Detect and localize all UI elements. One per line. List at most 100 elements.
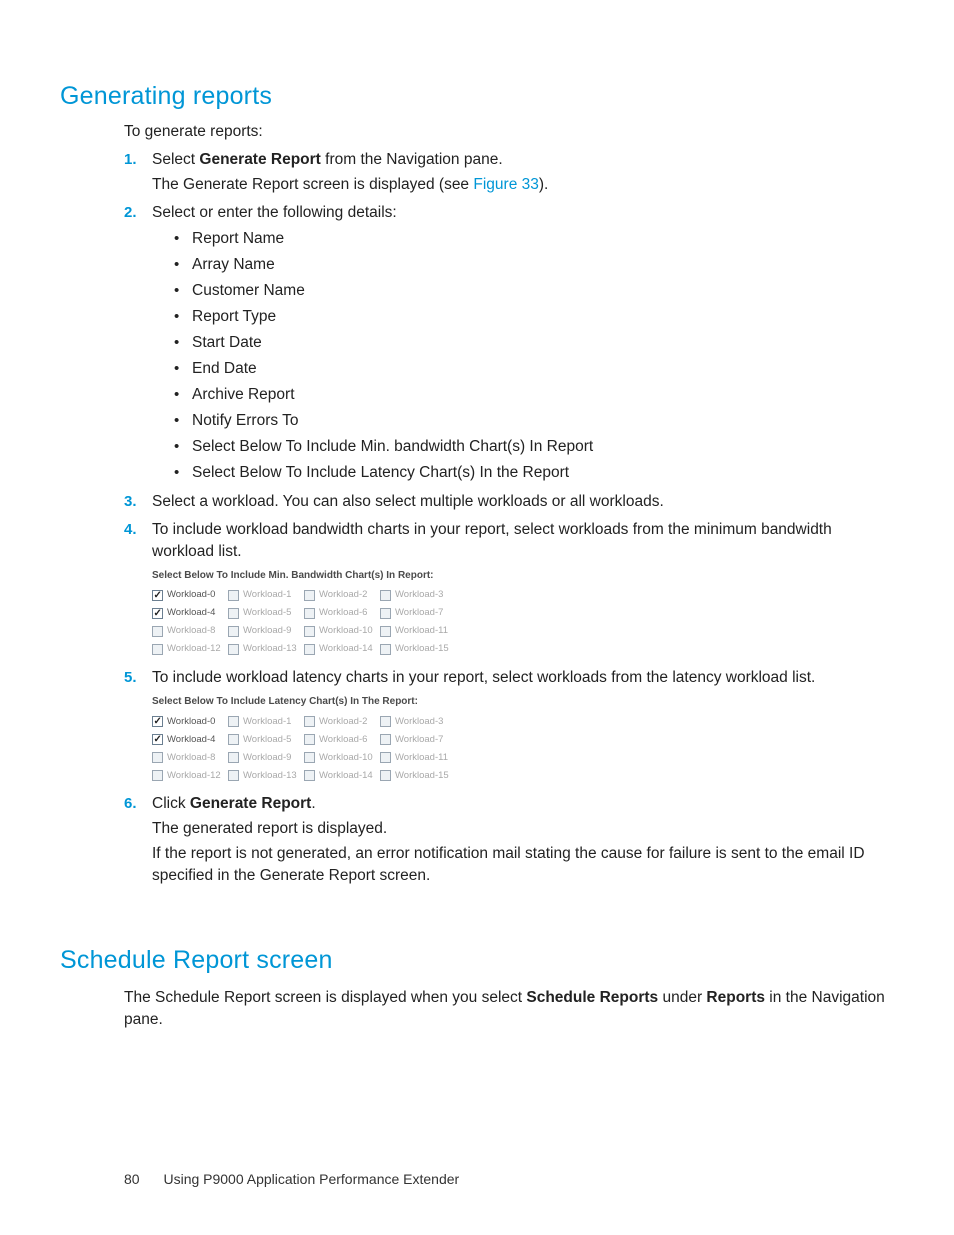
step-line: To include workload latency charts in yo… (152, 667, 894, 689)
step-body: Select or enter the following details:Re… (152, 202, 894, 488)
bullet-item: End Date (174, 358, 894, 380)
workload-label: Workload-7 (395, 606, 443, 619)
workload-option[interactable]: Workload-10 (304, 622, 380, 640)
workload-option[interactable]: Workload-1 (228, 586, 304, 604)
workload-option[interactable]: Workload-3 (380, 586, 456, 604)
figure-link[interactable]: Figure 33 (473, 176, 538, 193)
checkbox-icon[interactable] (304, 770, 315, 781)
workload-option[interactable]: Workload-10 (304, 748, 380, 766)
workload-option[interactable]: Workload-7 (380, 604, 456, 622)
workload-option[interactable]: Workload-12 (152, 640, 228, 658)
checkbox-icon[interactable] (152, 590, 163, 601)
workload-option[interactable]: Workload-0 (152, 586, 228, 604)
workload-label: Workload-7 (395, 733, 443, 746)
text: If the report is not generated, an error… (152, 845, 865, 884)
checkbox-icon[interactable] (228, 626, 239, 637)
workload-option[interactable]: Workload-15 (380, 766, 456, 784)
checkbox-icon[interactable] (304, 608, 315, 619)
step-number: 3. (124, 491, 152, 512)
workload-option[interactable]: Workload-6 (304, 604, 380, 622)
checkbox-icon[interactable] (304, 752, 315, 763)
step-item: 6.Click Generate Report.The generated re… (124, 793, 894, 890)
bullet-list: Report NameArray NameCustomer NameReport… (152, 228, 894, 484)
workload-option[interactable]: Workload-3 (380, 712, 456, 730)
workload-option[interactable]: Workload-7 (380, 730, 456, 748)
workload-panel-title: Select Below To Include Min. Bandwidth C… (152, 569, 894, 583)
workload-option[interactable]: Workload-5 (228, 730, 304, 748)
checkbox-icon[interactable] (304, 716, 315, 727)
workload-label: Workload-12 (167, 769, 221, 782)
workload-option[interactable]: Workload-2 (304, 586, 380, 604)
checkbox-icon[interactable] (380, 734, 391, 745)
checkbox-icon[interactable] (152, 608, 163, 619)
workload-option[interactable]: Workload-5 (228, 604, 304, 622)
checkbox-icon[interactable] (228, 770, 239, 781)
checkbox-icon[interactable] (152, 770, 163, 781)
step-body: To include workload bandwidth charts in … (152, 519, 894, 664)
bullet-item: Report Name (174, 228, 894, 250)
workload-option[interactable]: Workload-9 (228, 622, 304, 640)
checkbox-icon[interactable] (304, 626, 315, 637)
workload-option[interactable]: Workload-13 (228, 766, 304, 784)
workload-option[interactable]: Workload-4 (152, 604, 228, 622)
bullet-item: Archive Report (174, 384, 894, 406)
bullet-item: Select Below To Include Min. bandwidth C… (174, 436, 894, 458)
workload-option[interactable]: Workload-14 (304, 766, 380, 784)
workload-option[interactable]: Workload-6 (304, 730, 380, 748)
workload-option[interactable]: Workload-2 (304, 712, 380, 730)
workload-option[interactable]: Workload-0 (152, 712, 228, 730)
workload-option[interactable]: Workload-12 (152, 766, 228, 784)
checkbox-icon[interactable] (228, 644, 239, 655)
checkbox-icon[interactable] (380, 608, 391, 619)
workload-option[interactable]: Workload-15 (380, 640, 456, 658)
checkbox-icon[interactable] (304, 644, 315, 655)
workload-label: Workload-11 (395, 624, 448, 637)
workload-option[interactable]: Workload-14 (304, 640, 380, 658)
checkbox-icon[interactable] (380, 752, 391, 763)
checkbox-icon[interactable] (380, 590, 391, 601)
checkbox-icon[interactable] (228, 716, 239, 727)
workload-label: Workload-10 (319, 624, 373, 637)
checkbox-icon[interactable] (304, 590, 315, 601)
bold-text: Generate Report (190, 795, 311, 812)
workload-option[interactable]: Workload-9 (228, 748, 304, 766)
heading-generating-reports: Generating reports (60, 82, 894, 111)
checkbox-icon[interactable] (380, 770, 391, 781)
checkbox-icon[interactable] (152, 752, 163, 763)
checkbox-icon[interactable] (228, 734, 239, 745)
step-body: Select Generate Report from the Navigati… (152, 149, 894, 199)
text: Click (152, 795, 190, 812)
checkbox-icon[interactable] (304, 734, 315, 745)
checkbox-icon[interactable] (228, 590, 239, 601)
step-line: The Generate Report screen is displayed … (152, 174, 894, 196)
workload-option[interactable]: Workload-8 (152, 748, 228, 766)
workload-row: Workload-8Workload-9 Workload-10 Workload-… (152, 622, 894, 640)
workload-option[interactable]: Workload-1 (228, 712, 304, 730)
text: . (311, 795, 315, 812)
workload-label: Workload-3 (395, 715, 443, 728)
workload-label: Workload-14 (319, 769, 373, 782)
step-number: 4. (124, 519, 152, 540)
workload-panel-bw: Select Below To Include Min. Bandwidth C… (152, 569, 894, 658)
workload-option[interactable]: Workload-11 (380, 748, 456, 766)
step-line: To include workload bandwidth charts in … (152, 519, 894, 563)
workload-label: Workload-15 (395, 642, 449, 655)
checkbox-icon[interactable] (152, 626, 163, 637)
workload-option[interactable]: Workload-13 (228, 640, 304, 658)
workload-label: Workload-15 (395, 769, 449, 782)
step-line: The generated report is displayed. (152, 818, 894, 840)
checkbox-icon[interactable] (380, 716, 391, 727)
checkbox-icon[interactable] (152, 644, 163, 655)
checkbox-icon[interactable] (228, 608, 239, 619)
checkbox-icon[interactable] (152, 716, 163, 727)
bold-text: Generate Report (199, 151, 320, 168)
workload-label: Workload-4 (167, 733, 215, 746)
workload-option[interactable]: Workload-4 (152, 730, 228, 748)
text: from the Navigation pane. (321, 151, 503, 168)
checkbox-icon[interactable] (380, 644, 391, 655)
checkbox-icon[interactable] (380, 626, 391, 637)
workload-option[interactable]: Workload-11 (380, 622, 456, 640)
checkbox-icon[interactable] (152, 734, 163, 745)
workload-option[interactable]: Workload-8 (152, 622, 228, 640)
checkbox-icon[interactable] (228, 752, 239, 763)
